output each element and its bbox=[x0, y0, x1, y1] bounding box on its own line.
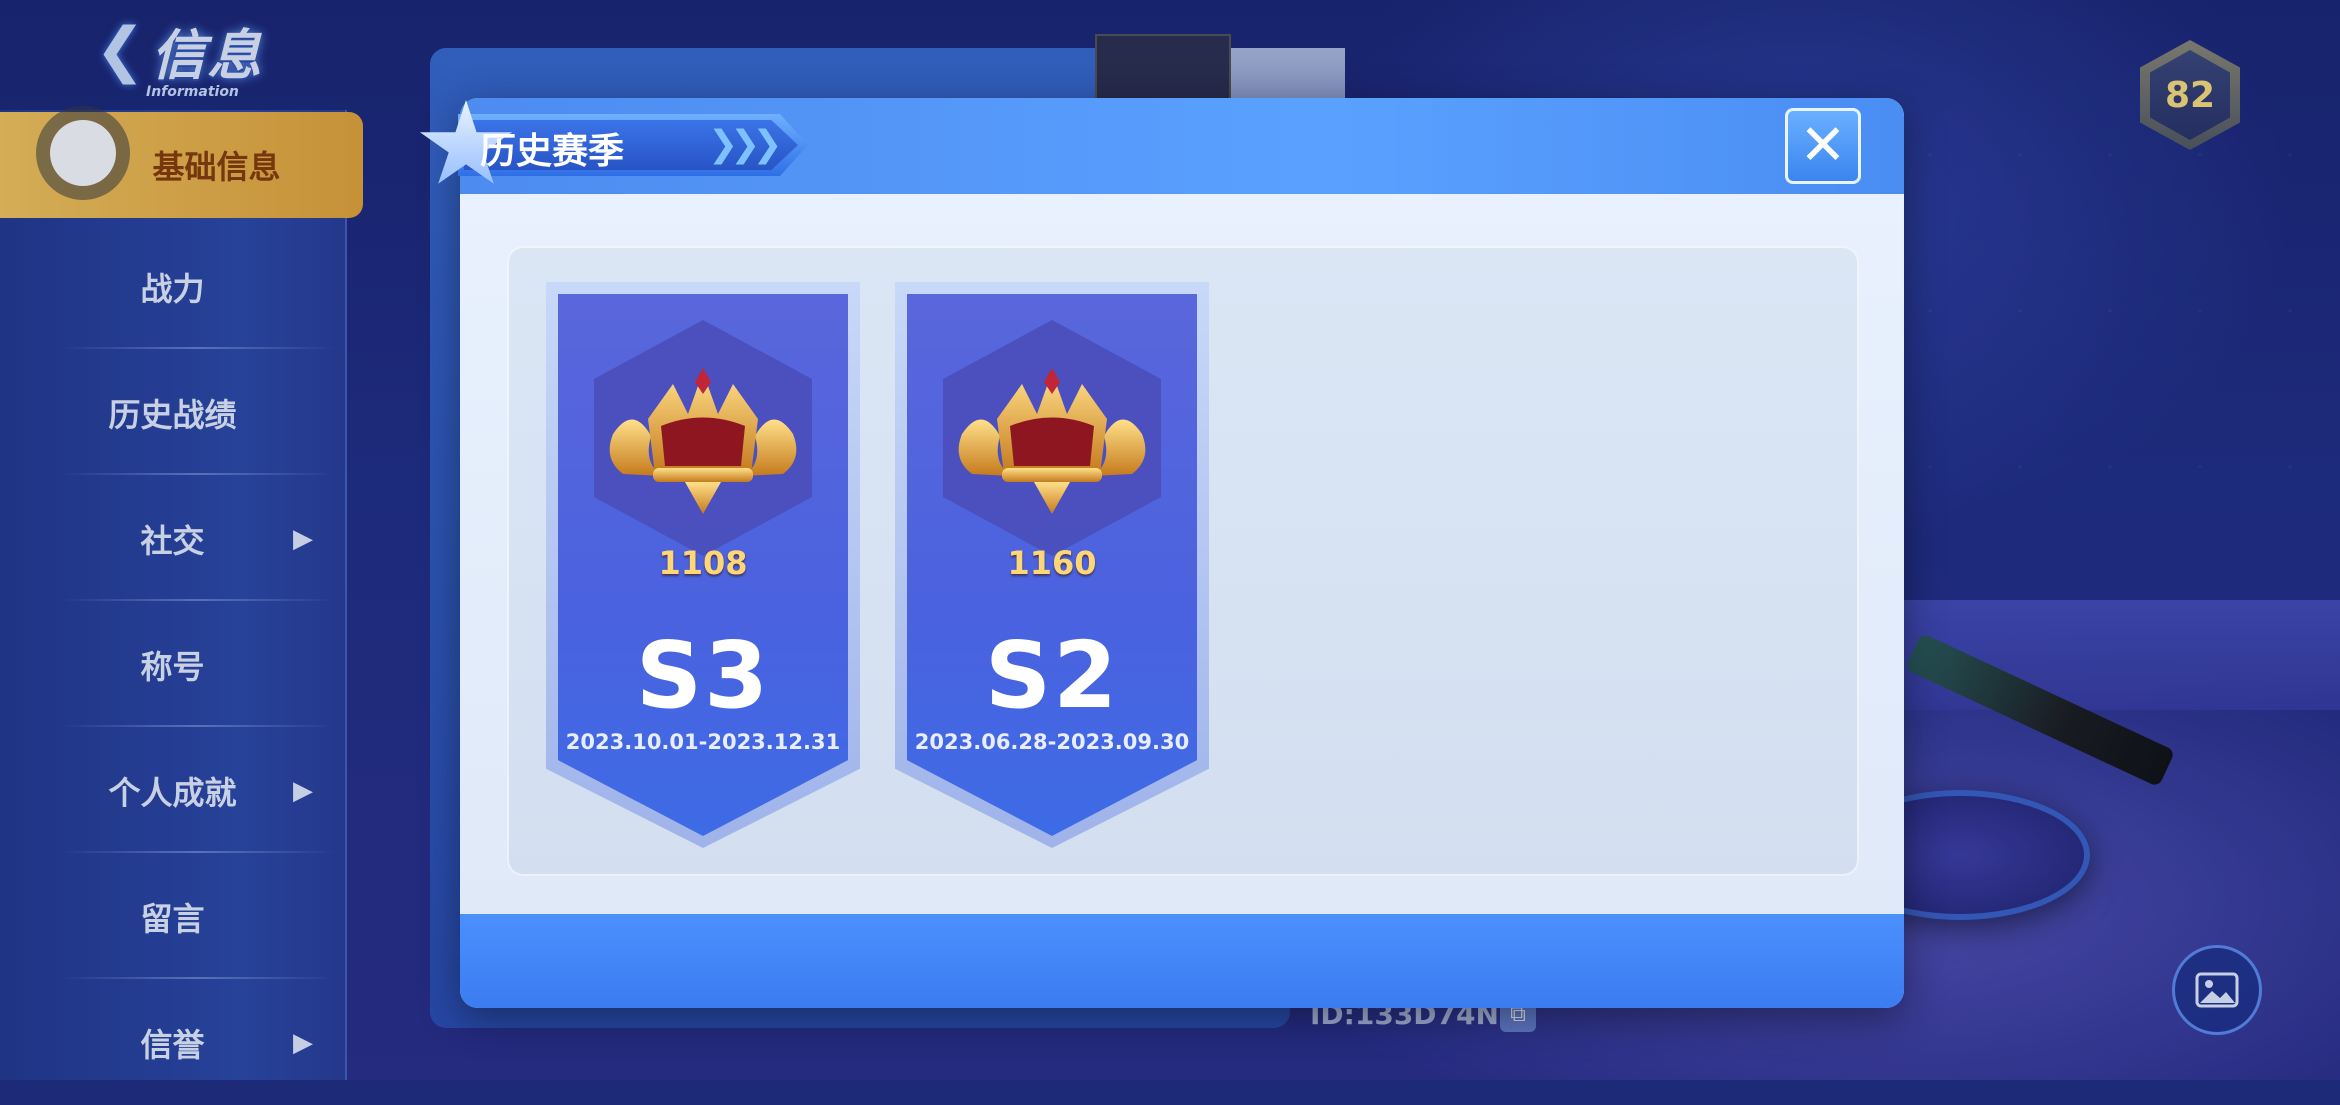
chevrons-icon: ❯❯❯ bbox=[708, 124, 782, 165]
dialog-title: 历史赛季 bbox=[480, 131, 625, 172]
season-name: S2 bbox=[984, 622, 1120, 729]
crown-icon bbox=[958, 368, 1146, 514]
season-name: S3 bbox=[635, 622, 771, 729]
dialog-footer bbox=[460, 914, 1904, 1008]
season-dates: 2023.10.01-2023.12.31 bbox=[565, 730, 841, 754]
crown-icon bbox=[609, 368, 797, 514]
season-dates: 2023.06.28-2023.09.30 bbox=[914, 730, 1190, 754]
season-score: 1160 bbox=[1007, 544, 1097, 582]
season-score: 1108 bbox=[658, 544, 748, 582]
close-button[interactable]: ✕ bbox=[1785, 108, 1861, 184]
close-icon: ✕ bbox=[1799, 113, 1847, 178]
season-card[interactable]: 1160 S2 2023.06.28-2023.09.30 bbox=[895, 282, 1209, 848]
dialog-title-tab: 历史赛季 ❯❯❯ bbox=[418, 100, 818, 192]
season-card[interactable]: 1108 S3 2023.10.01-2023.12.31 bbox=[546, 282, 860, 848]
